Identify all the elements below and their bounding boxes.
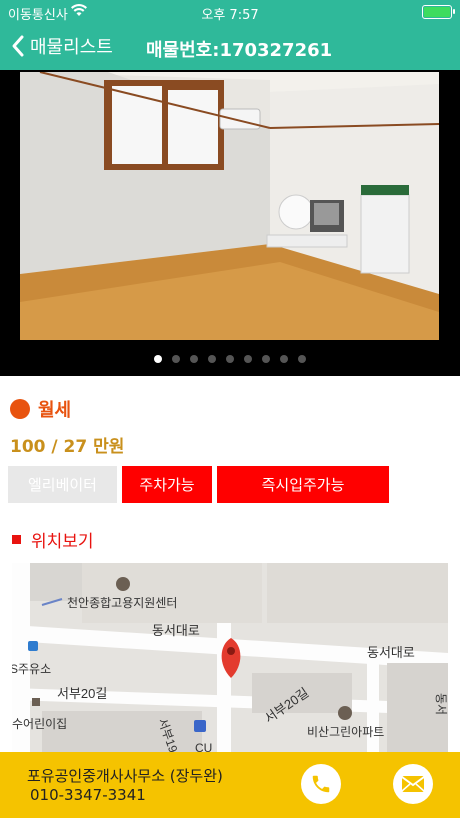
status-bar: 이동통신사 오후 7:57 [0, 0, 460, 24]
map-label-road: 동서대로 [367, 645, 415, 660]
pager-dot[interactable] [298, 355, 306, 363]
phone-icon [312, 775, 330, 793]
tag-immediate-move-in: 즉시입주가능 [217, 466, 389, 503]
contact-footer: 포유공인중개사사무소 (장두완) 010-3347-3341 [0, 752, 460, 818]
page-title: 매물번호:170327261 [146, 40, 333, 61]
map-label-apt: 비산그린아파트 [307, 725, 384, 739]
pager-dot[interactable] [154, 355, 162, 363]
map-label-road: 동서대로 [152, 623, 200, 638]
map-label-center: 천안종합고용지원센터 [67, 595, 177, 610]
office-name: 포유공인중개사사무소 (장두완) [27, 767, 223, 785]
tag-parking: 주차가능 [122, 466, 212, 503]
back-button[interactable]: 매물리스트 [10, 33, 113, 59]
store-icon [194, 720, 206, 732]
listing-price: 100 / 27 만원 [10, 437, 125, 457]
pager-dot[interactable] [190, 355, 198, 363]
apartment-icon [338, 706, 352, 720]
gallery-pager[interactable] [0, 355, 460, 363]
nav-bar: 매물리스트 매물번호:170327261 [0, 24, 460, 70]
location-heading: 위치보기 [12, 527, 94, 552]
envelope-icon [401, 776, 425, 792]
square-bullet-icon [12, 535, 21, 544]
photo-gallery[interactable] [0, 70, 460, 376]
feature-tags: 엘리베이터 주차가능 즉시입주가능 [8, 466, 389, 503]
map-label-road: 서부20길 [57, 686, 107, 701]
chevron-left-icon [12, 35, 24, 57]
message-button[interactable] [393, 764, 433, 804]
type-dot-icon [10, 399, 30, 419]
tag-elevator: 엘리베이터 [8, 466, 117, 503]
listing-type: 월세 [10, 396, 71, 422]
map-label-gas: S주유소 [12, 662, 51, 676]
pager-dot[interactable] [172, 355, 180, 363]
place-icon [32, 698, 40, 706]
location-map[interactable]: 천안종합고용지원센터 동서대로 동서대로 S주유소 서부20길 서부20길 수어… [12, 563, 448, 763]
pager-dot[interactable] [280, 355, 288, 363]
room-photo [20, 72, 439, 340]
pager-dot[interactable] [208, 355, 216, 363]
battery-icon [422, 5, 455, 19]
listing-type-label: 월세 [38, 400, 72, 421]
call-button[interactable] [301, 764, 341, 804]
gas-station-icon [28, 641, 38, 651]
building-icon [116, 577, 130, 591]
back-label: 매물리스트 [30, 37, 113, 58]
map-label-side: 동서 [434, 693, 448, 715]
pager-dot[interactable] [262, 355, 270, 363]
clock: 오후 7:57 [201, 8, 259, 23]
location-label: 위치보기 [31, 532, 94, 552]
office-phone: 010-3347-3341 [30, 786, 146, 804]
pager-dot[interactable] [244, 355, 252, 363]
pager-dot[interactable] [226, 355, 234, 363]
map-label-shop: 수어린이집 [12, 717, 67, 731]
